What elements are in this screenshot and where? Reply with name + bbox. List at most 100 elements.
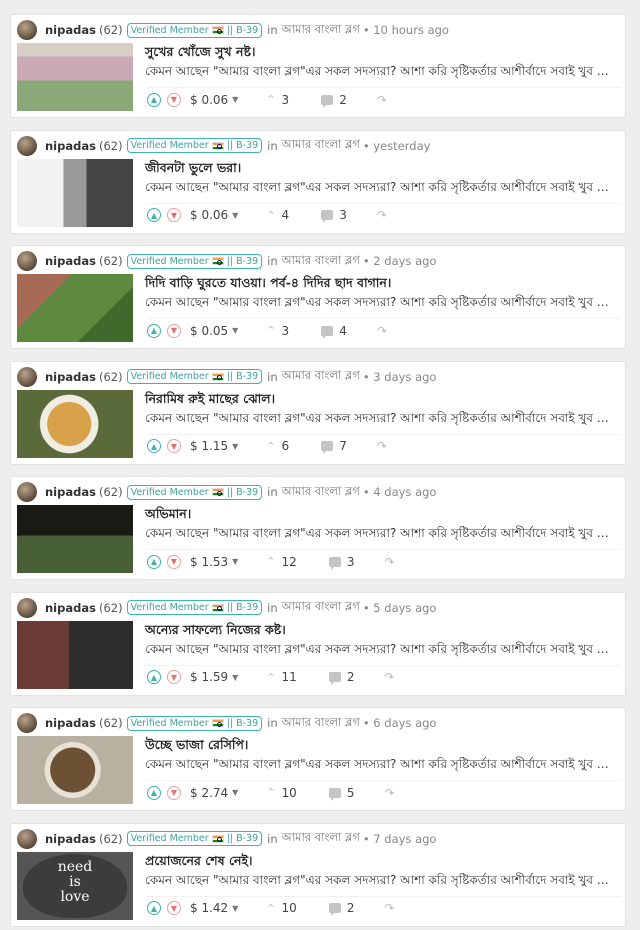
comments-icon[interactable] [321,94,334,108]
avatar[interactable] [17,482,37,502]
post-thumbnail[interactable] [17,158,133,227]
category-link[interactable]: আমার বাংলা ব্লগ [282,483,360,502]
resteem-icon[interactable]: ↷ [377,93,387,107]
post-thumbnail[interactable] [17,505,133,573]
author-link[interactable]: nipadas [45,23,96,37]
post-title[interactable]: উচ্ছে ভাজা রেসিপি। [145,737,248,757]
vote-count[interactable]: 10 [282,786,297,800]
comment-count[interactable]: 2 [339,93,347,107]
post-card[interactable]: nipadas (62) Verified Member || B-39 in … [10,129,626,234]
comments-icon[interactable] [321,441,334,454]
chevron-down-icon[interactable]: ▼ [167,670,181,684]
payout-value[interactable]: $ 1.15 [190,439,228,453]
comment-count[interactable]: 2 [347,670,355,684]
comments-icon[interactable] [328,787,341,801]
resteem-icon[interactable]: ↷ [384,555,394,569]
post-excerpt[interactable]: কেমন আছেন "আমার বাংলা ব্লগ"এর সকল সদস্যর… [145,756,621,776]
avatar[interactable] [17,20,37,40]
resteem-icon[interactable]: ↷ [377,324,387,338]
avatar[interactable] [17,366,37,387]
post-thumbnail[interactable] [17,620,133,689]
avatar[interactable] [17,828,37,849]
post-card[interactable]: nipadas (62) Verified Member || B-39 in … [10,707,626,811]
category-link[interactable]: আমার বাংলা ব্লগ [282,136,360,155]
post-title[interactable]: সুখের খোঁজে সুখ নষ্ট। [145,44,255,64]
payout-value[interactable]: $ 0.06 [190,208,228,222]
vote-count[interactable]: 3 [282,324,290,338]
payout-value[interactable]: $ 0.05 [190,324,228,338]
post-excerpt[interactable]: কেমন আছেন "আমার বাংলা ব্লগ"এর সকল সদস্যর… [145,63,621,83]
vote-count[interactable]: 12 [282,555,297,569]
author-link[interactable]: nipadas [45,370,96,384]
comment-count[interactable]: 7 [339,439,347,453]
chevron-down-icon[interactable]: ▼ [167,554,181,569]
avatar[interactable] [17,251,37,271]
payout-value[interactable]: $ 1.53 [190,555,228,569]
post-excerpt[interactable]: কেমন আছেন "আমার বাংলা ব্লগ"এর সকল সদস্যর… [145,294,621,314]
category-link[interactable]: আমার বাংলা ব্লগ [282,598,360,617]
resteem-icon[interactable]: ↷ [384,670,394,684]
avatar[interactable] [17,597,37,618]
author-link[interactable]: nipadas [45,716,96,730]
post-excerpt[interactable]: কেমন আছেন "আমার বাংলা ব্লগ"এর সকল সদস্যর… [145,410,621,430]
chevron-up-icon[interactable]: ▲ [147,785,161,800]
payout-dropdown-icon[interactable]: ▼ [232,211,238,220]
category-link[interactable]: আমার বাংলা ব্লগ [282,829,360,848]
payout-dropdown-icon[interactable]: ▼ [232,673,238,682]
author-link[interactable]: nipadas [45,485,96,499]
resteem-icon[interactable]: ↷ [384,901,394,915]
author-link[interactable]: nipadas [45,254,96,268]
chevron-down-icon[interactable]: ▼ [167,208,181,222]
post-title[interactable]: নিরামিষ রুই মাছের ঝোল। [145,391,275,411]
author-link[interactable]: nipadas [45,832,96,846]
chevron-down-icon[interactable]: ▼ [167,92,181,107]
payout-value[interactable]: $ 1.59 [190,670,228,684]
chevron-up-icon[interactable]: ▲ [147,901,161,915]
category-link[interactable]: আমার বাংলা ব্লগ [282,252,360,271]
avatar[interactable] [17,713,37,733]
comment-count[interactable]: 3 [339,208,347,222]
post-thumbnail[interactable] [17,389,133,458]
post-card[interactable]: nipadas (62) Verified Member || B-39 in … [10,822,626,927]
category-link[interactable]: আমার বাংলা ব্লগ [282,21,360,40]
category-link[interactable]: আমার বাংলা ব্লগ [282,714,360,733]
post-card[interactable]: nipadas (62) Verified Member || B-39 in … [10,591,626,696]
post-title[interactable]: প্রয়োজনের শেষ নেই। [145,853,252,873]
post-title[interactable]: অন্যের সাফল্যে নিজের কষ্ট। [145,622,286,642]
chevron-up-icon[interactable]: ▲ [147,439,161,453]
author-link[interactable]: nipadas [45,601,96,615]
post-thumbnail[interactable] [17,274,133,342]
post-title[interactable]: দিদি বাড়ি ঘুরতে যাওয়া। পর্ব-৪ দিদির ছা… [145,275,391,295]
comments-icon[interactable] [328,672,341,685]
comments-icon[interactable] [321,325,334,339]
comment-count[interactable]: 2 [347,901,355,915]
vote-count[interactable]: 4 [282,208,290,222]
chevron-up-icon[interactable]: ▲ [147,92,161,107]
post-thumbnail[interactable]: need is love [17,851,133,920]
resteem-icon[interactable]: ↷ [384,786,394,800]
post-thumbnail[interactable] [17,736,133,804]
comments-icon[interactable] [321,210,334,223]
payout-dropdown-icon[interactable]: ▼ [232,95,238,104]
author-link[interactable]: nipadas [45,139,96,153]
payout-value[interactable]: $ 2.74 [190,786,228,800]
vote-count[interactable]: 11 [282,670,297,684]
post-title[interactable]: জীবনটা ভুলে ভরা। [145,160,241,180]
category-link[interactable]: আমার বাংলা ব্লগ [282,367,360,386]
payout-value[interactable]: $ 0.06 [190,93,228,107]
payout-dropdown-icon[interactable]: ▼ [232,904,238,913]
post-excerpt[interactable]: কেমন আছেন "আমার বাংলা ব্লগ"এর সকল সদস্যর… [145,872,621,892]
chevron-up-icon[interactable]: ▲ [147,323,161,338]
post-excerpt[interactable]: কেমন আছেন "আমার বাংলা ব্লগ"এর সকল সদস্যর… [145,525,621,545]
post-excerpt[interactable]: কেমন আছেন "আমার বাংলা ব্লগ"এর সকল সদস্যর… [145,179,621,199]
comments-icon[interactable] [328,556,341,570]
chevron-down-icon[interactable]: ▼ [167,785,181,800]
resteem-icon[interactable]: ↷ [377,208,387,222]
comments-icon[interactable] [328,903,341,916]
payout-dropdown-icon[interactable]: ▼ [232,326,238,335]
payout-dropdown-icon[interactable]: ▼ [232,442,238,451]
payout-dropdown-icon[interactable]: ▼ [232,557,238,566]
comment-count[interactable]: 3 [347,555,355,569]
post-card[interactable]: nipadas (62) Verified Member || B-39 in … [10,476,626,580]
vote-count[interactable]: 10 [282,901,297,915]
